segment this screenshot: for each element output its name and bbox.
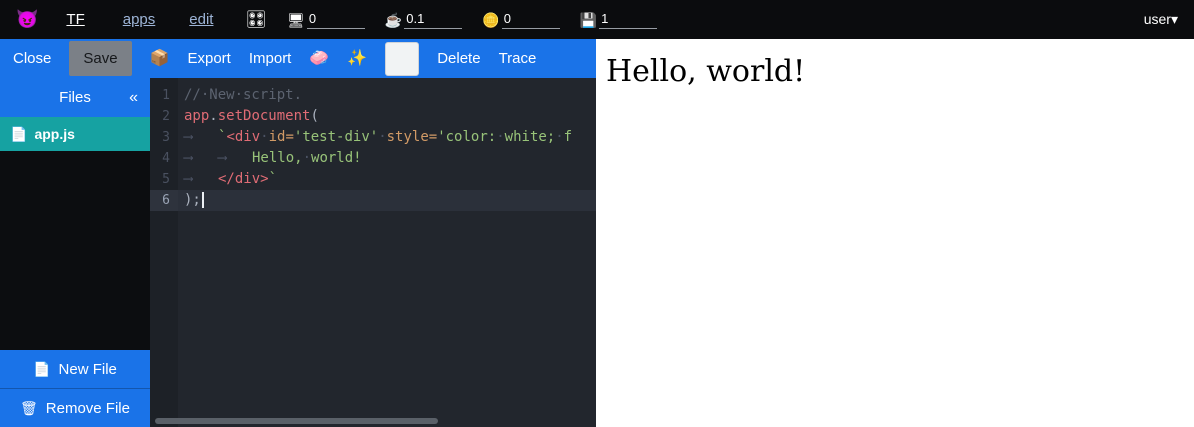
line-number: 6: [150, 190, 178, 211]
code-editor[interactable]: 1//·New·script.2app.setDocument(3⟶`<div·…: [150, 78, 596, 427]
code-token: `: [269, 171, 277, 187]
code-token: app: [184, 108, 209, 124]
line-number: 3: [150, 127, 178, 148]
files-sidebar: Files « 📄 app.js 📄 New File 🗑 Remove: [0, 78, 150, 427]
edit-link[interactable]: edit: [189, 11, 213, 28]
ide-pane: Close Save 📦 Export Import 🧼 ✨ Delete Tr…: [0, 39, 596, 427]
code-token: );: [184, 192, 201, 208]
line-number: 5: [150, 169, 178, 190]
files-header-label: Files: [59, 89, 91, 106]
code-token: //·New·script.: [184, 87, 302, 103]
stat-storage: 💾 1: [580, 11, 657, 29]
line-number: 2: [150, 106, 178, 127]
code-line-text: ⟶⟶Hello,·world!: [178, 148, 596, 169]
file-name: app.js: [34, 126, 74, 142]
code-token: white;: [505, 129, 556, 145]
save-button[interactable]: Save: [69, 41, 131, 76]
code-token: 'color:: [437, 129, 496, 145]
line-number: 1: [150, 85, 178, 106]
stat-energy: ☕ 0.1: [385, 11, 462, 29]
preview-heading: Hello, world!: [596, 39, 1194, 90]
code-token: Hello,: [252, 150, 303, 166]
trace-button[interactable]: Trace: [499, 51, 537, 66]
brand-link[interactable]: TF: [66, 11, 84, 28]
code-token: 'test-div': [294, 129, 378, 145]
workspace: Files « 📄 app.js 📄 New File 🗑 Remove: [0, 78, 596, 427]
devil-icon: 😈: [16, 9, 38, 30]
code-token: ·: [260, 129, 268, 145]
close-button[interactable]: Close: [13, 51, 51, 66]
sidebar-spacer: [0, 151, 150, 350]
code-line[interactable]: 5⟶</div>`: [150, 169, 596, 190]
remove-file-button[interactable]: 🗑 Remove File: [0, 388, 150, 427]
code-token: <div: [226, 129, 260, 145]
sparkles-icon[interactable]: ✨: [347, 51, 367, 67]
code-line[interactable]: 4⟶⟶Hello,·world!: [150, 148, 596, 169]
soap-icon[interactable]: 🧼: [309, 51, 329, 67]
code-token: id=: [269, 129, 294, 145]
text-cursor: [202, 192, 204, 208]
export-button[interactable]: Export: [187, 51, 230, 66]
controls-icon[interactable]: 🎛: [245, 10, 267, 30]
blank-button[interactable]: [385, 42, 419, 76]
line-number: 4: [150, 148, 178, 169]
remove-file-icon: 🗑: [20, 400, 38, 417]
user-menu[interactable]: user▾: [1144, 11, 1178, 28]
code-token: f: [564, 129, 572, 145]
new-file-icon: 📄: [33, 361, 50, 378]
code-token: ·: [378, 129, 386, 145]
main-area: Close Save 📦 Export Import 🧼 ✨ Delete Tr…: [0, 39, 1194, 427]
import-button[interactable]: Import: [249, 51, 292, 66]
monitor-icon: 🖥: [287, 13, 305, 29]
code-token: (: [310, 108, 318, 124]
code-token: .: [209, 108, 217, 124]
code-token: ·: [496, 129, 504, 145]
code-token: ·: [555, 129, 563, 145]
apps-link[interactable]: apps: [123, 11, 156, 28]
code-token: world!: [311, 150, 362, 166]
code-token: ⟶: [218, 148, 252, 169]
stat-monitor-value[interactable]: 0: [307, 11, 365, 29]
code-line-text: app.setDocument(: [178, 106, 596, 127]
app-window: 😈 TF apps edit 🎛 🖥 0 ☕ 0.1 🪙 0 💾 1 user▾…: [0, 0, 1194, 427]
code-line-text: //·New·script.: [178, 85, 596, 106]
code-token: style=: [387, 129, 438, 145]
topbar: 😈 TF apps edit 🎛 🖥 0 ☕ 0.1 🪙 0 💾 1 user▾: [0, 0, 1194, 39]
code-token: ·: [303, 150, 311, 166]
code-line-text: );: [178, 190, 596, 211]
stat-coins-value[interactable]: 0: [502, 11, 560, 29]
stat-energy-value[interactable]: 0.1: [404, 11, 462, 29]
preview-pane: Hello, world!: [596, 39, 1194, 427]
code-line[interactable]: 1 //·New·script.: [150, 85, 596, 106]
editor-toolbar: Close Save 📦 Export Import 🧼 ✨ Delete Tr…: [0, 39, 596, 78]
code-line-text: ⟶`<div·id='test-div'·style='color:·white…: [178, 127, 596, 148]
code-token: </div>: [218, 171, 269, 187]
remove-file-label: Remove File: [46, 400, 130, 417]
horizontal-scrollbar[interactable]: [155, 418, 438, 424]
new-file-button[interactable]: 📄 New File: [0, 350, 150, 388]
file-item-appjs[interactable]: 📄 app.js: [0, 117, 150, 151]
code-token: ⟶: [184, 148, 218, 169]
code-line-text: ⟶</div>`: [178, 169, 596, 190]
stat-storage-value[interactable]: 1: [599, 11, 657, 29]
files-header: Files «: [0, 78, 150, 117]
code-line[interactable]: 3⟶`<div·id='test-div'·style='color:·whit…: [150, 127, 596, 148]
floppy-icon: 💾: [580, 13, 597, 29]
collapse-sidebar-button[interactable]: «: [129, 89, 138, 107]
delete-button[interactable]: Delete: [437, 51, 480, 66]
stat-coins: 🪙 0: [482, 11, 559, 29]
code-line[interactable]: 2app.setDocument(: [150, 106, 596, 127]
coin-icon: 🪙: [482, 13, 499, 29]
code-line[interactable]: 6);: [150, 190, 596, 211]
package-icon[interactable]: 📦: [150, 51, 170, 67]
stat-monitor: 🖥 0: [287, 11, 365, 29]
new-file-label: New File: [59, 361, 117, 378]
code-token: ⟶: [184, 127, 218, 148]
file-icon: 📄: [10, 126, 27, 143]
energy-icon: ☕: [385, 13, 402, 29]
code-lines: 1//·New·script.2app.setDocument(3⟶`<div·…: [150, 85, 596, 211]
code-token: ⟶: [184, 169, 218, 190]
code-token: setDocument: [218, 108, 311, 124]
